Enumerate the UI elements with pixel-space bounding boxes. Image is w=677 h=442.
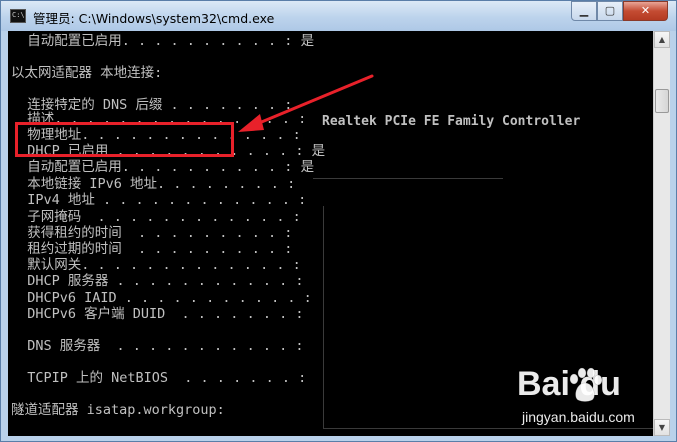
console-line: DHCP 服务器 . . . . . . . . . . . : bbox=[11, 273, 304, 289]
red-arrow-icon bbox=[238, 74, 374, 132]
window-controls: ▁ ▢ ✕ bbox=[571, 1, 668, 21]
console-line: 以太网适配器 本地连接: bbox=[11, 65, 163, 81]
console-line: DHCPv6 IAID . . . . . . . . . . . : bbox=[11, 290, 312, 306]
console-line: 获得租约的时间 . . . . . . . . . : bbox=[11, 225, 293, 241]
console-line: 自动配置已启用. . . . . . . . . . : 是 bbox=[11, 33, 315, 49]
scroll-up-arrow-icon[interactable]: ▲ bbox=[654, 31, 670, 48]
scroll-thumb[interactable] bbox=[655, 89, 669, 113]
close-button[interactable]: ✕ bbox=[623, 1, 668, 21]
console-line: 子网掩码 . . . . . . . . . . . . : bbox=[11, 209, 301, 225]
window-title: 管理员: C:\Windows\system32\cmd.exe bbox=[33, 11, 275, 26]
baidu-watermark: Bai du jingyan.baidu.com bbox=[512, 365, 672, 440]
console-line: IPv4 地址 . . . . . . . . . . . . : bbox=[11, 192, 307, 208]
red-highlight-box bbox=[15, 122, 234, 157]
console-line: DHCPv6 客户端 DUID . . . . . . . : bbox=[11, 306, 304, 322]
baidu-paw-icon bbox=[569, 367, 603, 402]
watermark-url: jingyan.baidu.com bbox=[522, 409, 635, 425]
console-line: 隧道适配器 isatap.workgroup: bbox=[11, 402, 225, 418]
title-bar[interactable]: 管理员: C:\Windows\system32\cmd.exe ▁ ▢ ✕ bbox=[1, 1, 676, 31]
cmd-app-icon[interactable] bbox=[10, 9, 26, 23]
console-line: 默认网关. . . . . . . . . . . . . : bbox=[11, 257, 301, 273]
console-line: TCPIP 上的 NetBIOS . . . . . . . : bbox=[11, 370, 307, 386]
console-line: DNS 服务器 . . . . . . . . . . . : bbox=[11, 338, 304, 354]
overlay-strip bbox=[313, 171, 503, 179]
console-line: 本地链接 IPv6 地址. . . . . . . . : bbox=[11, 176, 296, 192]
console-line: 自动配置已启用. . . . . . . . . . : 是 bbox=[11, 159, 315, 175]
minimize-button[interactable]: ▁ bbox=[571, 1, 597, 21]
console-line: 租约过期的时间 . . . . . . . . . : bbox=[11, 241, 293, 257]
maximize-button[interactable]: ▢ bbox=[597, 1, 623, 21]
